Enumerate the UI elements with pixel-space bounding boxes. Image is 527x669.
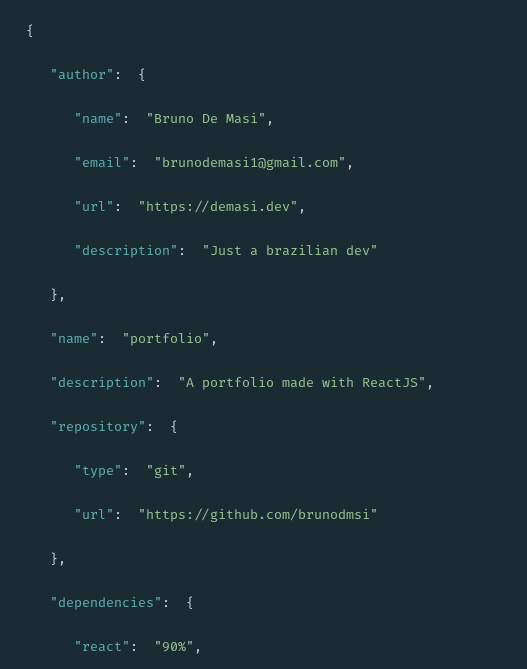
author-name: "Bruno De Masi" — [146, 111, 266, 127]
dep-react: "90%" — [154, 639, 194, 655]
author-email: "brunodemasi1@gmail.com" — [154, 155, 346, 171]
pkg-description: "A portfolio made with ReactJS" — [178, 375, 426, 391]
json-code-block: { "author": { "name": "Bruno De Masi", "… — [0, 0, 527, 669]
author-url: "https://demasi.dev" — [138, 199, 298, 215]
pkg-name: "portfolio" — [122, 331, 210, 347]
repo-type: "git" — [146, 463, 186, 479]
author-description: "Just a brazilian dev" — [202, 243, 378, 259]
repo-url: "https://github.com/brunodmsi" — [138, 507, 378, 523]
